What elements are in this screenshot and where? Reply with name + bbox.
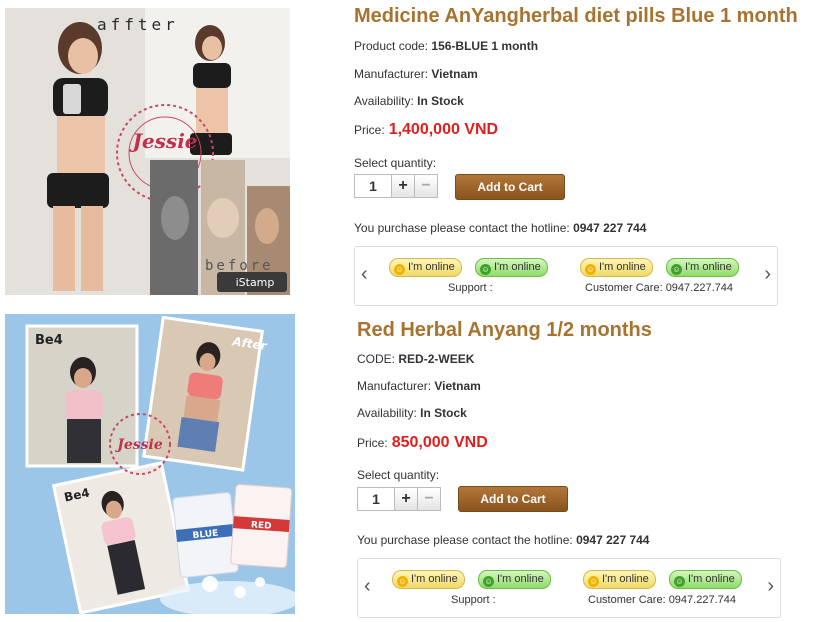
pack-red-label: RED: [251, 520, 272, 531]
product-title[interactable]: Red Herbal Anyang 1/2 months: [357, 319, 652, 342]
online-badge-support-2[interactable]: ☺ I'm online: [478, 570, 551, 589]
quantity-stepper: 1 + −: [357, 487, 441, 511]
hotline: You purchase please contact the hotline:…: [357, 533, 649, 547]
chevron-left-icon[interactable]: ‹: [364, 575, 371, 598]
hotline-label: You purchase please contact the hotline:: [357, 533, 573, 547]
manufacturer-value: Vietnam: [434, 379, 481, 393]
availability-value: In Stock: [420, 406, 467, 420]
smiley-icon: ☺: [397, 576, 408, 587]
product-card-blue: Jessie iStamp affter before Medicine AnY…: [0, 0, 830, 310]
price-value: 1,400,000 VND: [388, 121, 499, 138]
product-card-red: Be4 After Be4 Jessie BLUE RED Red Herbal…: [0, 312, 830, 622]
quantity-stepper: 1 + −: [354, 174, 438, 198]
online-badge-label: I'm online: [408, 261, 455, 273]
smiley-icon: ☺: [588, 576, 599, 587]
product-code-value: 156-BLUE 1 month: [431, 39, 539, 53]
product-code: CODE: RED-2-WEEK: [357, 352, 474, 366]
smiley-icon: ☺: [394, 264, 405, 275]
product-image-red[interactable]: Be4 After Be4 Jessie BLUE RED: [5, 314, 295, 614]
availability: Availability: In Stock: [357, 406, 467, 420]
support-panel: ‹ ☺ I'm online ☺ I'm online ☺ I'm online ☺ I…: [354, 246, 778, 306]
add-to-cart-button[interactable]: Add to Cart: [455, 174, 565, 200]
online-badge-label: I'm online: [411, 573, 458, 585]
online-badge-care-1[interactable]: ☺ I'm online: [583, 570, 656, 589]
smiley-icon: ☺: [585, 264, 596, 275]
online-badge-label: I'm online: [497, 573, 544, 585]
online-badge-label: I'm online: [602, 573, 649, 585]
hotline-value: 0947 227 744: [576, 533, 650, 547]
stamp-label: Jessie: [128, 129, 197, 153]
price-value: 850,000 VND: [391, 434, 488, 451]
online-badge-label: I'm online: [599, 261, 646, 273]
support-label: Support :: [448, 282, 493, 294]
quantity-decrease-button[interactable]: −: [415, 174, 438, 198]
quantity-input[interactable]: 1: [354, 174, 392, 198]
chevron-left-icon[interactable]: ‹: [361, 263, 368, 286]
price: Price: 850,000 VND: [357, 434, 488, 452]
support-panel: ‹ ☺ I'm online ☺ I'm online ☺ I'm online ☺ I…: [357, 558, 781, 618]
online-badge-care-2[interactable]: ☺ I'm online: [666, 258, 739, 277]
hotline-label: You purchase please contact the hotline:: [354, 221, 570, 235]
online-badge-care-2[interactable]: ☺ I'm online: [669, 570, 742, 589]
be4-label-top: Be4: [35, 333, 63, 348]
online-badge-label: I'm online: [494, 261, 541, 273]
online-badge-label: I'm online: [685, 261, 732, 273]
support-label: Support :: [451, 594, 496, 606]
hotline: You purchase please contact the hotline:…: [354, 221, 646, 235]
product-code-value: RED-2-WEEK: [398, 352, 475, 366]
manufacturer: Manufacturer: Vietnam: [357, 379, 481, 393]
online-badge-support-2[interactable]: ☺ I'm online: [475, 258, 548, 277]
online-badge-support-1[interactable]: ☺ I'm online: [392, 570, 465, 589]
quantity-label: Select quantity:: [357, 468, 440, 482]
smiley-icon: ☺: [480, 264, 491, 275]
quantity-increase-button[interactable]: +: [392, 174, 415, 198]
smiley-icon: ☺: [674, 576, 685, 587]
quantity-label: Select quantity:: [354, 156, 437, 170]
after-label: affter: [97, 15, 179, 34]
istamp-label: iStamp: [236, 276, 275, 289]
product-image-blue[interactable]: Jessie iStamp affter before: [5, 8, 290, 295]
product-title[interactable]: Medicine AnYangherbal diet pills Blue 1 …: [354, 5, 798, 28]
manufacturer: Manufacturer: Vietnam: [354, 67, 478, 81]
online-badge-care-1[interactable]: ☺ I'm online: [580, 258, 653, 277]
online-badge-label: I'm online: [688, 573, 735, 585]
product-code-label: Product code:: [354, 39, 429, 53]
availability-value: In Stock: [417, 94, 464, 108]
product-code-label: CODE:: [357, 352, 396, 366]
manufacturer-label: Manufacturer:: [357, 379, 432, 393]
hotline-value: 0947 227 744: [573, 221, 647, 235]
before-after-photo: Jessie iStamp affter before: [5, 8, 290, 295]
smiley-icon: ☺: [671, 264, 682, 275]
manufacturer-label: Manufacturer:: [354, 67, 429, 81]
quantity-increase-button[interactable]: +: [395, 487, 418, 511]
quantity-decrease-button[interactable]: −: [418, 487, 441, 511]
online-badge-support-1[interactable]: ☺ I'm online: [389, 258, 462, 277]
price: Price: 1,400,000 VND: [354, 121, 498, 139]
availability-label: Availability:: [354, 94, 414, 108]
customer-care-label: Customer Care: 0947.227.744: [585, 282, 733, 294]
before-after-collage: Be4 After Be4 Jessie BLUE RED: [5, 314, 295, 614]
availability: Availability: In Stock: [354, 94, 464, 108]
add-to-cart-button[interactable]: Add to Cart: [458, 486, 568, 512]
price-label: Price:: [354, 123, 385, 137]
price-label: Price:: [357, 436, 388, 450]
smiley-icon: ☺: [483, 576, 494, 587]
chevron-right-icon[interactable]: ›: [764, 263, 771, 286]
chevron-right-icon[interactable]: ›: [767, 575, 774, 598]
quantity-input[interactable]: 1: [357, 487, 395, 511]
manufacturer-value: Vietnam: [431, 67, 478, 81]
before-label: before: [205, 258, 274, 274]
product-code: Product code: 156-BLUE 1 month: [354, 39, 538, 53]
stamp-label: Jessie: [114, 437, 163, 453]
availability-label: Availability:: [357, 406, 417, 420]
customer-care-label: Customer Care: 0947.227.744: [588, 594, 736, 606]
